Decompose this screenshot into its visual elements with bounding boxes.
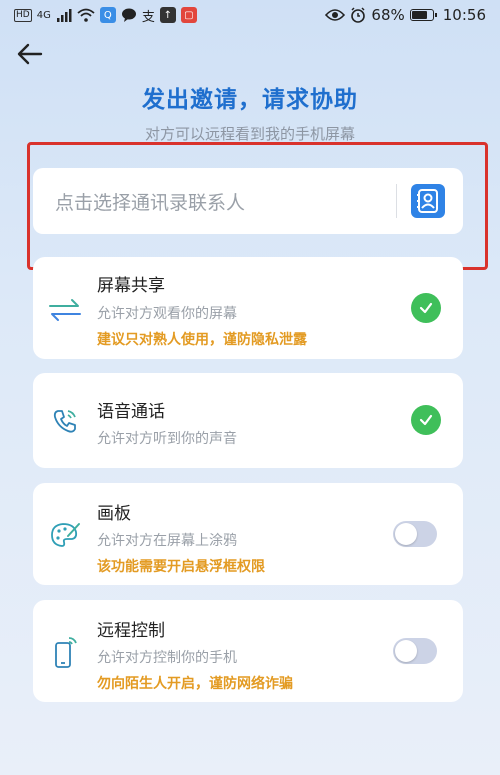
permission-card-drawing-board[interactable]: 画板 允许对方在屏幕上涂鸦 该功能需要开启悬浮框权限: [33, 483, 463, 585]
status-bar: HD 4G Q 支 ↑ ▢ 68% 10:56: [0, 0, 500, 30]
page-title: 发出邀请，请求协助: [142, 87, 358, 113]
status-right: 68% 10:56: [325, 6, 486, 24]
card-warning: 勿向陌生人开启，谨防网络诈骗: [97, 676, 293, 692]
card-desc: 允许对方观看你的屏幕: [97, 306, 237, 322]
upload-icon: ↑: [159, 7, 176, 23]
wifi-icon: [77, 8, 95, 22]
alipay-icon: 支: [141, 9, 155, 25]
screen-share-icon: [47, 292, 83, 328]
divider: [396, 184, 397, 218]
card-title: 远程控制: [97, 621, 165, 641]
palette-icon: [47, 517, 83, 553]
search-app-icon: Q: [99, 7, 116, 23]
enabled-check-icon[interactable]: [411, 405, 441, 435]
contacts-book-icon[interactable]: [411, 184, 445, 218]
arrow-left-icon: [17, 43, 43, 65]
message-icon: [121, 8, 136, 22]
phone-icon: [47, 403, 83, 439]
enabled-check-icon[interactable]: [411, 293, 441, 323]
signal-icon: [56, 9, 72, 22]
toggle-knob: [395, 640, 417, 662]
card-desc: 允许对方控制你的手机: [97, 650, 237, 666]
permission-card-screen-share[interactable]: 屏幕共享 允许对方观看你的屏幕 建议只对熟人使用，谨防隐私泄露: [33, 257, 463, 359]
card-title: 屏幕共享: [97, 276, 165, 296]
app-red-icon: ▢: [180, 7, 197, 23]
card-warning: 该功能需要开启悬浮框权限: [97, 559, 265, 575]
permission-card-voice-call[interactable]: 语音通话 允许对方听到你的声音: [33, 373, 463, 468]
battery-icon: [409, 9, 437, 21]
remote-control-icon: [47, 634, 83, 670]
card-title: 画板: [97, 504, 131, 524]
remote-control-toggle[interactable]: [393, 638, 437, 664]
clock: 10:56: [442, 6, 486, 24]
permission-card-remote-control[interactable]: 远程控制 允许对方控制你的手机 勿向陌生人开启，谨防网络诈骗: [33, 600, 463, 702]
card-desc: 允许对方在屏幕上涂鸦: [97, 533, 237, 549]
status-left: HD 4G Q 支 ↑ ▢: [14, 6, 197, 25]
drawing-board-toggle[interactable]: [393, 521, 437, 547]
alarm-icon: [351, 7, 366, 23]
page-subtitle: 对方可以远程看到我的手机屏幕: [144, 125, 355, 143]
network-type: 4G: [36, 9, 51, 21]
card-warning: 建议只对熟人使用，谨防隐私泄露: [97, 332, 307, 348]
back-button[interactable]: [14, 38, 46, 70]
hd-badge: HD: [14, 8, 32, 22]
eye-icon: [325, 9, 346, 21]
card-desc: 允许对方听到你的声音: [97, 431, 237, 447]
card-title: 语音通话: [97, 402, 165, 422]
contact-placeholder[interactable]: 点击选择通讯录联系人: [55, 188, 396, 215]
contact-picker[interactable]: 点击选择通讯录联系人: [33, 168, 463, 234]
toggle-knob: [395, 523, 417, 545]
battery-percent: 68%: [371, 6, 405, 24]
